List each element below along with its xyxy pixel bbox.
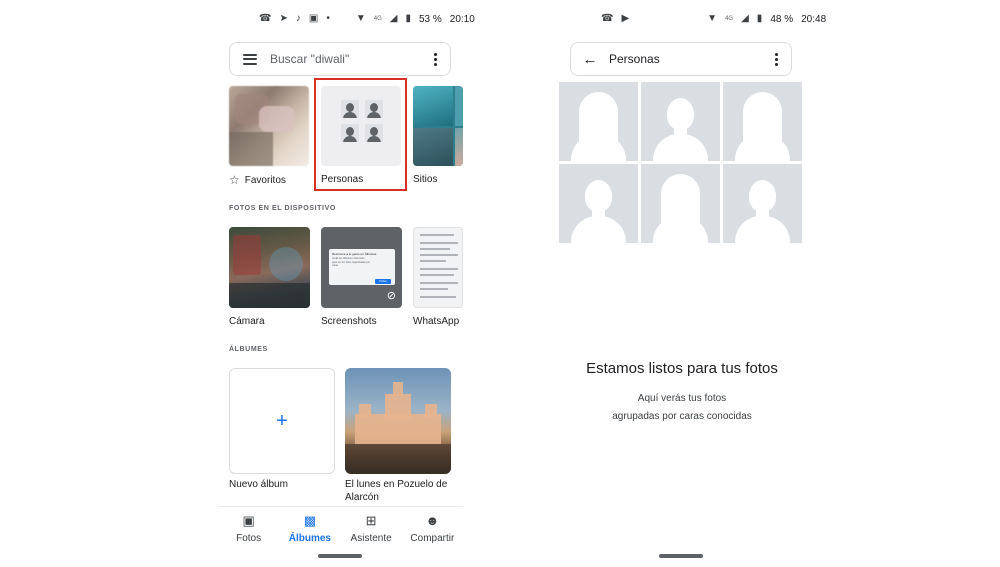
signal-icon: ◢	[389, 13, 398, 24]
top-app-bar: ← Personas	[570, 42, 792, 76]
face-placeholder	[641, 82, 720, 161]
nav-assistant-label: Asistente	[350, 533, 392, 544]
highlight-box	[314, 78, 407, 191]
nav-albums-label: Álbumes	[288, 533, 331, 544]
folder-screenshots[interactable]: Reconoce a tu gente en Álbumes Verás tus…	[321, 227, 402, 327]
face-placeholder	[723, 164, 802, 243]
hidden-eye-icon: ⊘	[386, 290, 396, 302]
places-label: Sitios	[413, 174, 438, 185]
preview-body: Verás tus álbumes más tarde para ver tus…	[332, 257, 370, 267]
plus-icon: +	[276, 410, 288, 432]
albums-section-header: ÁLBUMES	[229, 346, 268, 353]
wifi-icon: ▼	[707, 13, 718, 24]
instagram-icon: ▣	[308, 13, 319, 24]
whatsapp-icon: ☎	[601, 13, 614, 24]
new-album-tile[interactable]: +	[229, 368, 335, 474]
album-new[interactable]: + Nuevo álbum	[229, 368, 335, 490]
category-favorites[interactable]: ☆ Favoritos	[229, 86, 309, 186]
face-placeholder	[723, 82, 802, 161]
album-label: El lunes en Pozuelo de Alarcón	[345, 479, 448, 503]
star-icon: ☆	[229, 173, 240, 187]
wifi-icon: ▼	[355, 13, 366, 24]
face-placeholder	[559, 164, 638, 243]
whatsapp-thumbnail	[413, 227, 463, 308]
battery-percent: 53 %	[418, 13, 442, 25]
nav-albums[interactable]: ▩ Álbumes	[279, 507, 340, 552]
sharing-icon: ☻	[425, 513, 440, 528]
nav-sharing-label: Compartir	[410, 533, 455, 544]
telegram-icon: ➤	[279, 13, 288, 24]
new-album-label: Nuevo álbum	[229, 479, 288, 490]
nav-photos[interactable]: ▣ Fotos	[218, 507, 279, 552]
play-icon: ▶	[621, 13, 630, 24]
tiktok-icon: ♪	[295, 13, 301, 24]
screenshot-root: ☎ ➤ ♪ ▣ • ▼ 4G ◢ ▮ 53 % 20:10 Buscar "di…	[0, 0, 1000, 567]
home-indicator[interactable]	[659, 554, 703, 558]
search-bar[interactable]: Buscar "diwali"	[229, 42, 451, 76]
screenshots-label: Screenshots	[321, 316, 377, 327]
home-indicator[interactable]	[318, 554, 362, 558]
device-section-header: FOTOS EN EL DISPOSITIVO	[229, 205, 336, 212]
more-options-icon[interactable]	[761, 44, 791, 74]
whatsapp-label: WhatsApp	[413, 316, 460, 327]
category-places[interactable]: Sitios	[413, 86, 463, 185]
screenshots-thumbnail: Reconoce a tu gente en Álbumes Verás tus…	[321, 227, 402, 308]
preview-title: Reconoce a tu gente en Álbumes	[332, 252, 377, 256]
back-arrow-icon[interactable]: ←	[571, 51, 609, 68]
empty-state-description: Aquí verás tus fotos agrupadas por caras…	[559, 390, 805, 426]
assistant-icon: ⊞	[365, 513, 377, 528]
favorites-thumbnail	[229, 86, 309, 166]
albums-icon: ▩	[303, 513, 317, 528]
face-placeholder	[641, 164, 720, 243]
nav-sharing[interactable]: ☻ Compartir	[402, 507, 463, 552]
battery-icon: ▮	[756, 13, 763, 24]
empty-state-line-1: Aquí verás tus fotos	[637, 393, 727, 404]
face-placeholder-grid	[559, 82, 802, 243]
empty-state-title: Estamos listos para tus fotos	[586, 360, 778, 377]
menu-button[interactable]	[230, 53, 270, 65]
clock: 20:48	[801, 13, 827, 25]
bottom-navigation: ▣ Fotos ▩ Álbumes ⊞ Asistente ☻ Comparti…	[218, 506, 463, 552]
signal-icon: ◢	[741, 13, 749, 24]
nav-assistant[interactable]: ⊞ Asistente	[341, 507, 402, 552]
face-placeholder	[559, 82, 638, 161]
network-type: 4G	[373, 16, 382, 22]
camera-thumbnail	[229, 227, 310, 308]
album-pozuelo[interactable]: El lunes en Pozuelo de Alarcón	[345, 368, 451, 503]
album-thumbnail	[345, 368, 451, 474]
camera-label: Cámara	[229, 316, 265, 327]
photo-icon: ▣	[242, 513, 255, 528]
battery-percent: 48 %	[770, 13, 794, 25]
preview-button-label: Probar	[379, 280, 387, 283]
folder-whatsapp[interactable]: WhatsApp	[413, 227, 463, 327]
places-thumbnail	[413, 86, 463, 166]
folder-camera[interactable]: Cámara	[229, 227, 310, 327]
status-bar: ☎ ▶ ▼ 4G ◢ ▮ 48 % 20:48	[601, 11, 826, 27]
favorites-text: Favoritos	[244, 174, 286, 186]
favorites-label: ☆ Favoritos	[229, 174, 286, 186]
search-input[interactable]: Buscar "diwali"	[270, 52, 420, 66]
preview-button: Probar	[375, 279, 391, 284]
network-type: 4G	[725, 16, 734, 22]
empty-state-line-2: agrupadas por caras conocidas	[612, 411, 752, 422]
more-options-icon[interactable]	[420, 44, 450, 74]
page-title: Personas	[609, 52, 660, 66]
status-bar: ☎ ➤ ♪ ▣ • ▼ 4G ◢ ▮ 53 % 20:10	[259, 11, 475, 27]
whatsapp-icon: ☎	[259, 13, 272, 24]
battery-icon: ▮	[405, 13, 411, 24]
hamburger-icon	[243, 53, 257, 65]
dot-icon: •	[326, 13, 330, 24]
nav-photos-label: Fotos	[236, 533, 262, 544]
clock: 20:10	[449, 13, 475, 25]
